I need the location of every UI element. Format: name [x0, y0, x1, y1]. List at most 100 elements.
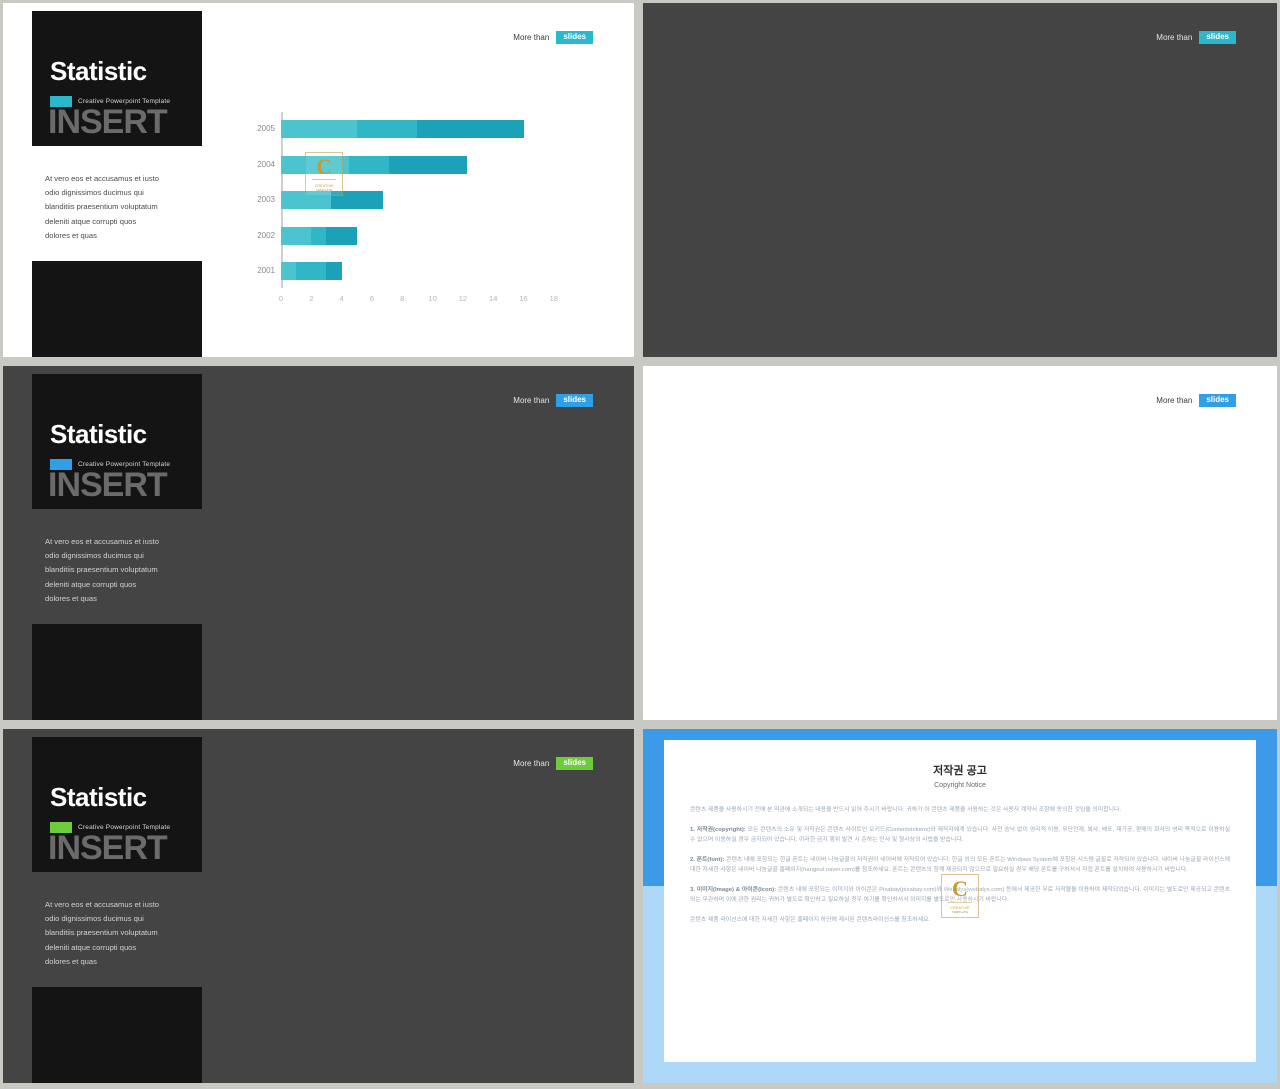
- body-paragraph: At vero eos et accusamus et iusto odio di…: [45, 898, 210, 969]
- watermark-rule: [312, 179, 337, 180]
- slide-grid: Statistic Creative Powerpoint Template I…: [0, 0, 1280, 1089]
- body-line: dolores et quas: [45, 593, 97, 603]
- slide-green-dark[interactable]: Statistic Creative Powerpoint Template I…: [0, 726, 637, 1086]
- more-than-badge[interactable]: More than slides: [1156, 394, 1236, 407]
- bar-segment: [281, 226, 312, 245]
- placeholder-box: [32, 987, 202, 1086]
- x-axis-tick-label: 14: [489, 294, 498, 303]
- insert-word: INSERT: [48, 829, 168, 867]
- slide-teal-light[interactable]: Statistic Creative Powerpoint Template I…: [0, 0, 637, 360]
- copyright-heading-en: Copyright Notice: [934, 782, 986, 789]
- title-card: Statistic Creative Powerpoint Template I…: [32, 374, 202, 509]
- copyright-paragraph: 2. 폰트(font): 콘텐츠 내에 포함되는 한글 폰트는 네이버 나눔글꼴…: [690, 856, 1230, 874]
- bar-chart: 2005 2004 2003 2002 2001 0 2 4 6 8 10 12 14 16 18 C CREA…: [257, 112, 581, 310]
- more-than-badge[interactable]: More than slides: [513, 394, 593, 407]
- body-line: odio dignissimos ducimus qui: [45, 914, 144, 924]
- x-axis-tick-label: 4: [339, 294, 344, 303]
- body-line: odio dignissimos ducimus qui: [45, 188, 144, 198]
- insert-word: INSERT: [48, 103, 168, 141]
- bar-segment: [281, 191, 332, 209]
- body-line: At vero eos et accusamus et iusto: [45, 900, 159, 909]
- slide-blue-dark[interactable]: Statistic Creative Powerpoint Template I…: [0, 363, 637, 723]
- badge-prefix: More than: [513, 759, 550, 768]
- body-line: At vero eos et accusamus et iusto: [45, 537, 159, 546]
- y-axis-tick-label: 2003: [257, 195, 275, 204]
- body-line: blanditiis praesentium voluptatum: [45, 928, 158, 938]
- copyright-paragraph: 콘텐츠 제품 라이선스에 대한 자세한 사항은 홈페이지 하단에 제시된 콘텐츠…: [690, 916, 931, 923]
- x-axis: 0 2 4 6 8 10 12 14 16 18: [278, 294, 569, 310]
- copyright-paragraph: 1. 저작권(copyright): 모든 콘텐츠의 소유 및 저작권은 콘텐츠…: [690, 826, 1230, 844]
- y-axis-tick-label: 2004: [257, 159, 275, 169]
- copyright-panel: 저작권 공고 Copyright Notice 콘텐츠 제품을 사용하시기 전에…: [640, 726, 1280, 1086]
- bar-segment: [281, 120, 357, 138]
- badge-prefix: More than: [1156, 396, 1193, 405]
- copyright-body: 콘텐츠 제품을 사용하시기 전에 본 약관에 소개되는 내용을 반드시 읽어 주…: [690, 805, 1230, 925]
- placeholder-box: [32, 624, 202, 723]
- body-paragraph: At vero eos et accusamus et iusto odio di…: [45, 172, 210, 243]
- body-line: blanditiis praesentium voluptatum: [45, 565, 158, 575]
- title-card: Statistic Creative Powerpoint Template I…: [32, 11, 202, 146]
- body-line: blanditiis praesentium voluptatum: [45, 202, 158, 212]
- bar-segment: [349, 155, 389, 174]
- x-axis-tick-label: 18: [549, 294, 558, 303]
- badge-prefix: More than: [513, 33, 550, 42]
- body-line: dolores et quas: [45, 956, 97, 966]
- slide-copyright-notice[interactable]: 저작권 공고 Copyright Notice 콘텐츠 제품을 사용하시기 전에…: [640, 726, 1280, 1086]
- badge-chip[interactable]: slides: [556, 757, 593, 770]
- bar-row: [281, 191, 383, 209]
- badge-prefix: More than: [513, 396, 550, 405]
- copyright-paragraph: 콘텐츠 제품을 사용하시기 전에 본 약관에 소개되는 내용을 반드시 읽어 주…: [690, 807, 1122, 813]
- copyright-paragraph: 3. 이미지(Image) & 아이콘(Icon): 콘텐츠 내에 포함되는 이…: [690, 886, 1230, 904]
- badge-chip[interactable]: slides: [1199, 31, 1236, 44]
- bar-row: [281, 226, 357, 245]
- placeholder-box: [32, 261, 202, 360]
- bar-segment: [356, 120, 418, 138]
- x-axis-tick-label: 6: [369, 294, 375, 303]
- copyright-heading-ko: 저작권 공고: [933, 765, 987, 777]
- body-paragraph: At vero eos et accusamus et iusto odio di…: [45, 535, 210, 606]
- x-axis-tick-label: 8: [400, 294, 405, 303]
- bar-segment: [281, 155, 350, 174]
- body-line: deleniti atque corrupti quos: [45, 216, 137, 226]
- more-than-badge[interactable]: More than slides: [513, 757, 593, 770]
- y-axis-tick-label: 2002: [257, 230, 275, 240]
- badge-chip[interactable]: slides: [556, 394, 593, 407]
- bar-segment: [281, 262, 297, 280]
- bar-segment: [311, 226, 327, 245]
- x-axis-tick-label: 0: [278, 294, 284, 303]
- bar-row: [281, 120, 524, 138]
- bar-segment: [296, 262, 327, 280]
- x-axis-tick-label: 2: [309, 294, 314, 303]
- badge-chip[interactable]: slides: [556, 31, 593, 44]
- body-line: dolores et quas: [45, 230, 97, 240]
- body-line: deleniti atque corrupti quos: [45, 942, 137, 952]
- watermark-line1: CREATIVE: [314, 183, 334, 188]
- title-card: Statistic Creative Powerpoint Template I…: [32, 737, 202, 872]
- slide-blue-light[interactable]: Statistic Creative Powerpoint Template I…: [640, 363, 1280, 723]
- copyright-document: 저작권 공고 Copyright Notice 콘텐츠 제품을 사용하시기 전에…: [664, 740, 1256, 1062]
- x-axis-tick-label: 12: [458, 294, 468, 303]
- bar-segment: [388, 155, 468, 174]
- body-line: deleniti atque corrupti quos: [45, 579, 137, 589]
- badge-prefix: More than: [1156, 33, 1193, 42]
- x-axis-tick-label: 16: [519, 294, 528, 303]
- slide-title: Statistic: [50, 782, 147, 812]
- body-line: At vero eos et accusamus et iusto: [45, 174, 159, 183]
- bar-segment: [417, 120, 524, 138]
- bar-row: [281, 262, 342, 280]
- y-axis-tick-label: 2001: [257, 266, 275, 275]
- insert-word: INSERT: [48, 466, 168, 504]
- slide-title: Statistic: [50, 56, 147, 86]
- more-than-badge[interactable]: More than slides: [1156, 31, 1236, 44]
- slide-teal-dark[interactable]: Statistic Creative Powerpoint Template I…: [640, 0, 1280, 360]
- bar-row: [281, 155, 468, 174]
- bar-segment: [326, 262, 342, 280]
- slide-title: Statistic: [50, 419, 147, 449]
- y-axis-tick-label: 2005: [257, 124, 275, 133]
- more-than-badge[interactable]: More than slides: [513, 31, 593, 44]
- body-line: odio dignissimos ducimus qui: [45, 551, 144, 561]
- badge-chip[interactable]: slides: [1199, 394, 1236, 407]
- bar-segment: [331, 191, 383, 209]
- bar-segment: [326, 226, 357, 245]
- x-axis-tick-label: 10: [428, 294, 437, 303]
